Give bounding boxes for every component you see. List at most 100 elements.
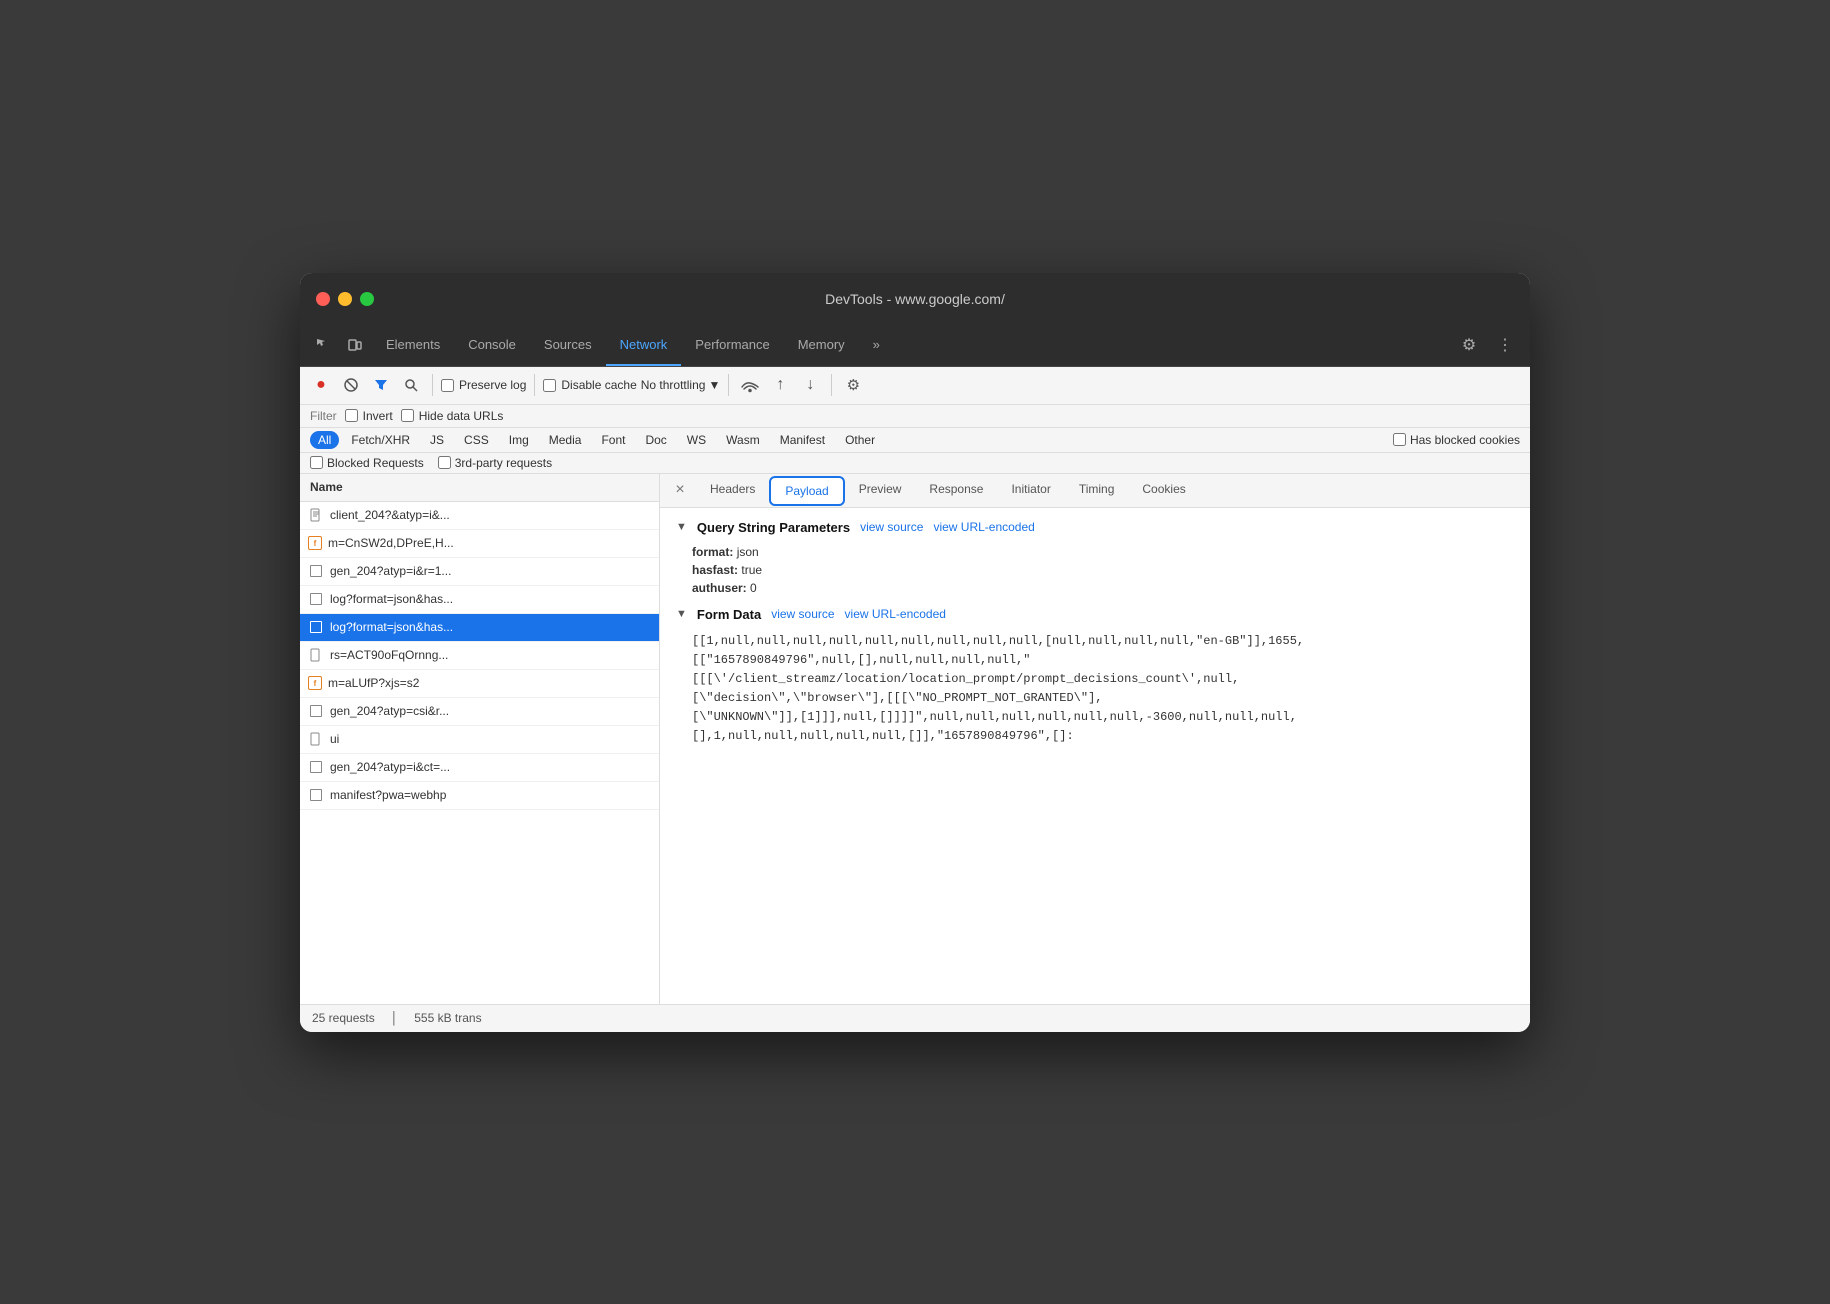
tab-performance[interactable]: Performance (681, 324, 783, 366)
list-item[interactable]: gen_204?atyp=i&r=1... (300, 558, 659, 586)
list-item-selected[interactable]: log?format=json&has... (300, 614, 659, 642)
list-item[interactable]: rs=ACT90oFqOrnng... (300, 642, 659, 670)
checkbox-icon (308, 591, 324, 607)
has-blocked-cookies-checkbox[interactable]: Has blocked cookies (1393, 433, 1520, 447)
minimize-button[interactable] (338, 292, 352, 306)
list-item-name: rs=ACT90oFqOrnng... (330, 648, 448, 662)
upload-icon[interactable]: ↑ (767, 372, 793, 398)
filter-other-button[interactable]: Other (837, 431, 883, 449)
preserve-log-checkbox[interactable]: Preserve log (441, 378, 526, 392)
fetch-icon: f (308, 536, 322, 550)
list-item-name: gen_204?atyp=i&r=1... (330, 564, 451, 578)
doc-icon (308, 507, 324, 523)
device-toolbar-icon[interactable] (340, 330, 370, 360)
filter-font-button[interactable]: Font (593, 431, 633, 449)
more-network-settings-icon[interactable]: ⚙ (840, 372, 866, 398)
filter-media-button[interactable]: Media (541, 431, 590, 449)
form-data-title: Form Data (697, 607, 761, 622)
form-data-arrow[interactable]: ▼ (676, 608, 687, 620)
transfer-size: 555 kB trans (414, 1011, 481, 1025)
filter-fetch-xhr-button[interactable]: Fetch/XHR (343, 431, 418, 449)
search-icon[interactable] (398, 372, 424, 398)
requests-count: 25 requests (312, 1011, 375, 1025)
filter-img-button[interactable]: Img (501, 431, 537, 449)
tab-payload[interactable]: Payload (769, 476, 844, 506)
list-item[interactable]: log?format=json&has... (300, 586, 659, 614)
has-blocked-cookies-input[interactable] (1393, 433, 1406, 446)
record-button[interactable]: ● (308, 372, 334, 398)
filter-icon[interactable] (368, 372, 394, 398)
clear-button[interactable] (338, 372, 364, 398)
query-string-view-source-link[interactable]: view source (860, 520, 923, 534)
list-item[interactable]: f m=CnSW2d,DPreE,H... (300, 530, 659, 558)
third-party-input[interactable] (438, 456, 451, 469)
query-string-arrow[interactable]: ▼ (676, 521, 687, 533)
invert-input[interactable] (345, 409, 358, 422)
titlebar: DevTools - www.google.com/ (300, 273, 1530, 325)
list-item[interactable]: gen_204?atyp=csi&r... (300, 698, 659, 726)
tab-more[interactable]: » (859, 324, 894, 366)
param-authuser: authuser: 0 (692, 581, 1514, 595)
tab-elements[interactable]: Elements (372, 324, 454, 366)
tab-timing[interactable]: Timing (1065, 474, 1129, 508)
payload-panel: × Headers Payload Preview Response Initi… (660, 474, 1530, 1004)
disable-cache-checkbox[interactable]: Disable cache (543, 378, 636, 392)
form-data-line-2: [["1657890849796",null,[],null,null,null… (692, 651, 1514, 670)
tab-response[interactable]: Response (915, 474, 997, 508)
tab-headers[interactable]: Headers (696, 474, 769, 508)
network-list-items: client_204?&atyp=i&... f m=CnSW2d,DPreE,… (300, 502, 659, 1004)
tab-network[interactable]: Network (606, 324, 682, 366)
filter-extra-bar: Blocked Requests 3rd-party requests (300, 453, 1530, 474)
hide-data-urls-checkbox[interactable]: Hide data URLs (401, 409, 504, 423)
list-item[interactable]: manifest?pwa=webhp (300, 782, 659, 810)
tab-memory[interactable]: Memory (784, 324, 859, 366)
filter-all-button[interactable]: All (310, 431, 339, 449)
filter-js-button[interactable]: JS (422, 431, 452, 449)
close-button[interactable] (316, 292, 330, 306)
tab-sources[interactable]: Sources (530, 324, 606, 366)
blocked-requests-checkbox[interactable]: Blocked Requests (310, 456, 424, 470)
inspect-element-icon[interactable] (308, 330, 338, 360)
throttling-select[interactable]: No throttling ▼ (641, 378, 721, 392)
checkbox-icon (308, 619, 324, 635)
form-data-view-url-encoded-link[interactable]: view URL-encoded (845, 607, 946, 621)
network-conditions-icon[interactable] (737, 372, 763, 398)
filter-manifest-button[interactable]: Manifest (772, 431, 833, 449)
tab-console[interactable]: Console (454, 324, 530, 366)
disable-cache-input[interactable] (543, 379, 556, 392)
list-item[interactable]: gen_204?atyp=i&ct=... (300, 754, 659, 782)
toolbar-divider-4 (831, 374, 832, 396)
hide-data-urls-input[interactable] (401, 409, 414, 422)
list-item-name: m=aLUfP?xjs=s2 (328, 676, 419, 690)
list-item-name: log?format=json&has... (330, 620, 453, 634)
preserve-log-input[interactable] (441, 379, 454, 392)
filter-ws-button[interactable]: WS (679, 431, 714, 449)
traffic-lights (316, 292, 374, 306)
query-string-view-url-encoded-link[interactable]: view URL-encoded (933, 520, 1034, 534)
list-item[interactable]: ui (300, 726, 659, 754)
filter-label: Filter (310, 409, 337, 423)
tab-cookies[interactable]: Cookies (1128, 474, 1199, 508)
devtools-window: DevTools - www.google.com/ Elements Cons… (300, 273, 1530, 1032)
filter-doc-button[interactable]: Doc (637, 431, 674, 449)
toolbar-divider-2 (534, 374, 535, 396)
invert-checkbox[interactable]: Invert (345, 409, 393, 423)
more-options-icon[interactable]: ⋮ (1490, 330, 1520, 360)
close-panel-button[interactable]: × (668, 478, 692, 502)
filter-css-button[interactable]: CSS (456, 431, 497, 449)
form-data-line-4: [\"decision\",\"browser\"],[[[\"NO_PROMP… (692, 689, 1514, 708)
doc-icon (308, 731, 324, 747)
list-item[interactable]: client_204?&atyp=i&... (300, 502, 659, 530)
network-list-header: Name (300, 474, 659, 502)
filter-wasm-button[interactable]: Wasm (718, 431, 768, 449)
third-party-checkbox[interactable]: 3rd-party requests (438, 456, 552, 470)
tab-preview[interactable]: Preview (845, 474, 916, 508)
maximize-button[interactable] (360, 292, 374, 306)
settings-icon[interactable]: ⚙ (1454, 330, 1484, 360)
list-item[interactable]: f m=aLUfP?xjs=s2 (300, 670, 659, 698)
download-icon[interactable]: ↓ (797, 372, 823, 398)
tab-initiator[interactable]: Initiator (997, 474, 1064, 508)
list-item-name: log?format=json&has... (330, 592, 453, 606)
blocked-requests-input[interactable] (310, 456, 323, 469)
form-data-view-source-link[interactable]: view source (771, 607, 834, 621)
